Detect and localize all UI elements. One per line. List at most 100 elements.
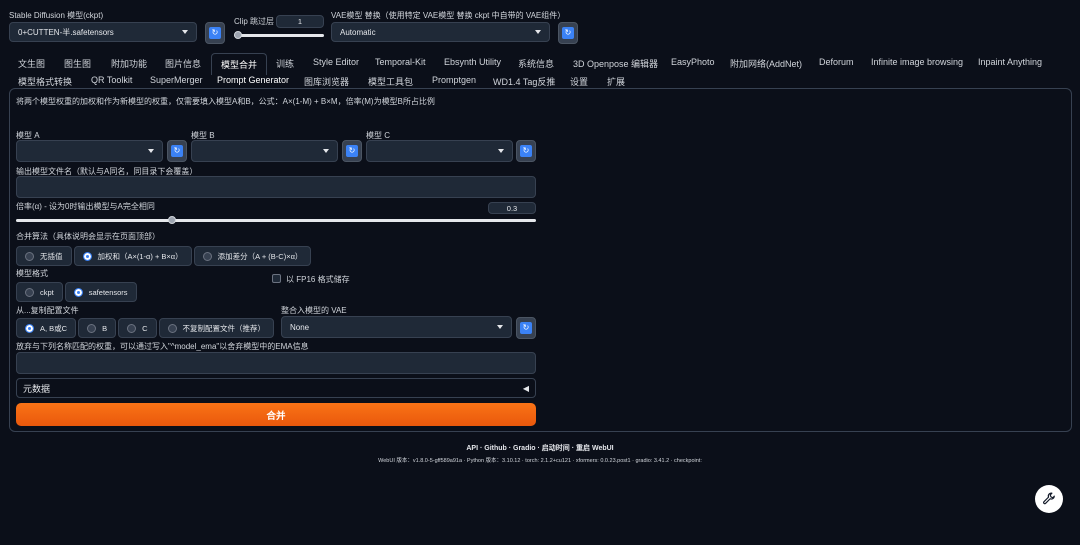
refresh-icon: ↻ [171, 145, 183, 157]
multiplier-slider[interactable] [16, 219, 536, 222]
format-option-ckpt[interactable]: ckpt [16, 282, 63, 302]
settings-float-button[interactable] [1035, 485, 1063, 513]
chevron-down-icon [323, 149, 329, 153]
tab-infinite-image-browsing[interactable]: Infinite image browsing [871, 57, 963, 67]
footer-links[interactable]: API · Github · Gradio · 启动时间 · 重启 WebUI [0, 443, 1080, 453]
format-option-safetensors[interactable]: safetensors [64, 282, 137, 302]
copy-option-b[interactable]: B [78, 318, 117, 338]
clip-skip-slider-thumb[interactable] [234, 31, 242, 39]
format-label: 模型格式 [16, 269, 48, 278]
clip-skip-input[interactable]: 1 [276, 15, 324, 28]
chevron-down-icon [182, 30, 188, 34]
copy-option-label: B [102, 323, 108, 333]
tab-prompt-generator[interactable]: Prompt Generator [217, 75, 289, 85]
chevron-down-icon [148, 149, 154, 153]
copy-option-abc[interactable]: A, B或C [16, 318, 77, 338]
method-option-weighted-sum[interactable]: 加权和（A×(1-α) + B×α） [73, 246, 192, 266]
copy-option-label: A, B或C [40, 323, 68, 333]
bake-vae-label: 整合入模型的 VAE [281, 306, 347, 315]
footer-version: WebUI 版本：v1.8.0-5-gff589a91a · Python 版本… [378, 458, 702, 464]
fp16-checkbox[interactable] [272, 274, 281, 283]
clip-skip-label: Clip 跳过层 [234, 17, 275, 26]
tab-img2img[interactable]: 图生图 [64, 57, 91, 70]
sd-model-refresh-button[interactable]: ↻ [205, 22, 225, 44]
tab-promptgen[interactable]: Promptgen [432, 75, 476, 85]
sd-model-dropdown[interactable]: 0+CUTTEN-半.safetensors [9, 22, 197, 42]
tab-png-info[interactable]: 图片信息 [165, 57, 201, 70]
merge-button[interactable]: 合并 [16, 403, 536, 426]
tab-supermerger[interactable]: SuperMerger [150, 75, 203, 85]
triangle-left-icon: ◀ [522, 383, 529, 393]
radio-icon [73, 287, 83, 297]
refresh-icon: ↻ [520, 145, 532, 157]
tab-txt2img[interactable]: 文生图 [18, 57, 45, 70]
tab-model-converter[interactable]: 模型格式转换 [18, 75, 72, 88]
tab-ebsynth-utility[interactable]: Ebsynth Utility [444, 57, 501, 67]
vae-refresh-button[interactable]: ↻ [558, 22, 578, 44]
radio-icon [25, 323, 34, 333]
model-a-dropdown[interactable] [16, 140, 163, 162]
model-b-refresh-button[interactable]: ↻ [342, 140, 362, 162]
model-c-refresh-button[interactable]: ↻ [516, 140, 536, 162]
tab-train[interactable]: 训练 [276, 57, 294, 70]
chevron-down-icon [497, 325, 503, 329]
radio-icon [127, 323, 137, 333]
tab-style-editor[interactable]: Style Editor [313, 57, 359, 67]
refresh-icon: ↻ [520, 322, 532, 334]
wrench-icon [1043, 492, 1055, 505]
sd-model-label: Stable Diffusion 模型(ckpt) [9, 11, 104, 20]
model-a-refresh-button[interactable]: ↻ [167, 140, 187, 162]
model-b-dropdown[interactable] [191, 140, 338, 162]
copy-option-label: C [142, 323, 148, 333]
tab-model-merge[interactable]: 模型合并 [211, 53, 268, 75]
discard-weights-label: 放弃与下列名称匹配的权重，可以通过写入"^model_ema"以舍弃模型中的EM… [16, 342, 309, 351]
method-option-add-difference[interactable]: 添加差分（A + (B-C)×α） [193, 246, 312, 266]
copy-option-none[interactable]: 不复制配置文件（推荐） [158, 318, 275, 338]
copy-config-label: 从...复制配置文件 [16, 306, 79, 315]
clip-skip-slider[interactable] [234, 34, 324, 37]
method-option-label: 添加差分（A + (B-C)×α） [217, 251, 303, 261]
vae-value: Automatic [340, 27, 376, 37]
metadata-label: 元数据 [23, 383, 51, 394]
tab-wd14-tagger[interactable]: WD1.4 Tag反推 [493, 75, 555, 88]
tab-deforum[interactable]: Deforum [819, 57, 854, 67]
copy-option-c[interactable]: C [118, 318, 157, 338]
tab-extensions[interactable]: 扩展 [607, 75, 625, 88]
metadata-accordion[interactable]: 元数据 ◀ [16, 378, 536, 398]
output-name-input[interactable] [16, 176, 536, 198]
multiplier-input[interactable]: 0.3 [488, 202, 536, 214]
radio-icon [82, 251, 92, 261]
refresh-icon: ↻ [209, 27, 221, 39]
copy-option-label: 不复制配置文件（推荐） [182, 323, 266, 333]
discard-weights-input[interactable] [16, 352, 536, 374]
copy-config-group: A, B或C B C 不复制配置文件（推荐） [16, 318, 275, 338]
radio-icon [167, 323, 177, 333]
radio-icon [202, 251, 212, 261]
tab-inpaint-anything[interactable]: Inpaint Anything [978, 57, 1042, 67]
multiplier-slider-thumb[interactable] [168, 216, 176, 224]
tab-addnet[interactable]: 附加网络(AddNet) [730, 57, 802, 70]
multiplier-label: 倍率(α) - 设为0时输出模型与A完全相同 [16, 202, 155, 211]
model-c-dropdown[interactable] [366, 140, 513, 162]
tab-temporal-kit[interactable]: Temporal-Kit [375, 57, 426, 67]
bake-vae-dropdown[interactable]: None [281, 316, 512, 338]
radio-icon [25, 287, 34, 297]
tab-openpose-editor[interactable]: 3D Openpose 编辑器 [573, 57, 658, 70]
tab-system-info[interactable]: 系统信息 [518, 57, 554, 70]
bake-vae-refresh-button[interactable]: ↻ [516, 317, 536, 339]
refresh-icon: ↻ [562, 27, 574, 39]
format-option-label: safetensors [88, 287, 128, 297]
format-group: ckpt safetensors [16, 282, 137, 302]
tab-qr-toolkit[interactable]: QR Toolkit [91, 75, 132, 85]
vae-dropdown[interactable]: Automatic [331, 22, 550, 42]
tab-settings[interactable]: 设置 [570, 75, 588, 88]
tab-easyphoto[interactable]: EasyPhoto [671, 57, 715, 67]
method-option-label: 加权和（A×(1-α) + B×α） [97, 251, 183, 261]
tab-gallery-browser[interactable]: 图库浏览器 [304, 75, 349, 88]
sd-model-value: 0+CUTTEN-半.safetensors [18, 27, 114, 37]
format-option-label: ckpt [40, 287, 54, 297]
tab-extras[interactable]: 附加功能 [111, 57, 147, 70]
tab-model-toolkit[interactable]: 模型工具包 [368, 75, 413, 88]
merge-method-group: 无插值 加权和（A×(1-α) + B×α） 添加差分（A + (B-C)×α） [16, 246, 312, 266]
method-option-no-interp[interactable]: 无插值 [16, 246, 72, 266]
